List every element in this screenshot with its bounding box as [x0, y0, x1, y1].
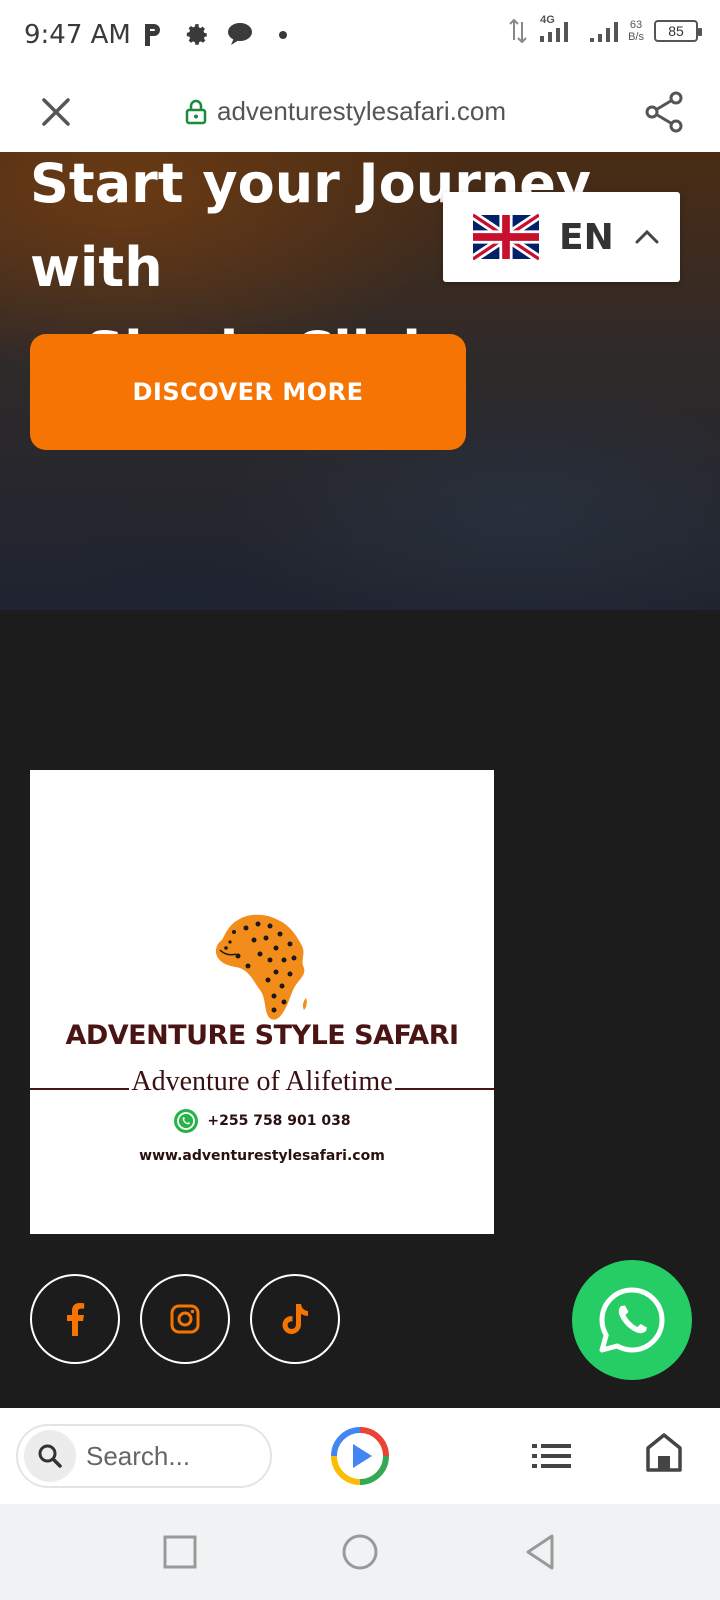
discover-more-button[interactable]: DISCOVER MORE [30, 334, 466, 450]
language-code: EN [559, 216, 614, 258]
tiktok-icon [282, 1304, 308, 1334]
status-time: 9:47 AM [24, 20, 131, 50]
logo-tagline: Adventure of Alifetime [131, 1066, 393, 1097]
close-icon[interactable] [36, 92, 76, 132]
browser-bottom-bar: Search... [0, 1408, 720, 1504]
uk-flag-icon [473, 212, 539, 262]
home-circle-icon[interactable] [338, 1530, 382, 1574]
search-placeholder: Search... [86, 1440, 191, 1471]
logo-phone-row: +255 758 901 038 [30, 1108, 494, 1134]
cheetah-africa-logo-icon [215, 914, 307, 1020]
video-play-icon[interactable] [330, 1426, 390, 1486]
share-icon[interactable] [642, 90, 686, 134]
home-icon[interactable] [644, 1430, 684, 1474]
whatsapp-icon [599, 1287, 665, 1353]
system-navigation-bar [0, 1504, 720, 1600]
notification-dot-icon [279, 31, 287, 39]
back-icon[interactable] [518, 1530, 562, 1574]
chevron-up-icon [635, 229, 659, 244]
data-transfer-icon [509, 18, 527, 44]
logo-brand-name: ADVENTURE STYLE SAFARI [65, 1020, 459, 1051]
facebook-button[interactable] [30, 1274, 120, 1364]
signal-4g-icon: 4G [538, 14, 578, 44]
language-selector[interactable]: EN [443, 192, 680, 282]
lock-icon [185, 99, 207, 124]
settings-gear-icon [186, 24, 207, 45]
logo-tagline-row: Adventure of Alifetime [30, 1066, 495, 1098]
status-bar: 9:47 AM 4G 63 B/s 85 [0, 0, 720, 72]
tiktok-button[interactable] [250, 1274, 340, 1364]
browser-url-bar: adventurestylesafari.com [0, 72, 720, 152]
parking-icon [145, 24, 160, 46]
search-icon [38, 1444, 62, 1468]
recent-apps-icon[interactable] [158, 1530, 202, 1574]
logo-phone-number: +255 758 901 038 [207, 1113, 351, 1129]
search-input[interactable]: Search... [16, 1424, 272, 1488]
whatsapp-chat-button[interactable] [572, 1260, 692, 1380]
url-text: adventurestylesafari.com [217, 96, 507, 126]
tagline-divider-left [30, 1088, 130, 1090]
signal-strength-icon [590, 22, 619, 42]
logo-website: www.adventurestylesafari.com [139, 1148, 385, 1164]
chat-bubble-icon [228, 23, 252, 45]
facebook-icon [67, 1303, 85, 1336]
instagram-icon [170, 1304, 200, 1334]
url-display[interactable]: adventurestylesafari.com [185, 96, 506, 127]
whatsapp-small-icon [174, 1109, 199, 1133]
company-logo-card: ADVENTURE STYLE SAFARI Adventure of Alif… [30, 770, 495, 1234]
menu-list-icon[interactable] [530, 1436, 574, 1476]
tagline-divider-right [394, 1088, 495, 1090]
instagram-button[interactable] [140, 1274, 230, 1364]
network-speed: 63 B/s [628, 19, 644, 43]
search-icon-wrapper [24, 1430, 76, 1482]
battery-indicator: 85 [654, 20, 702, 42]
